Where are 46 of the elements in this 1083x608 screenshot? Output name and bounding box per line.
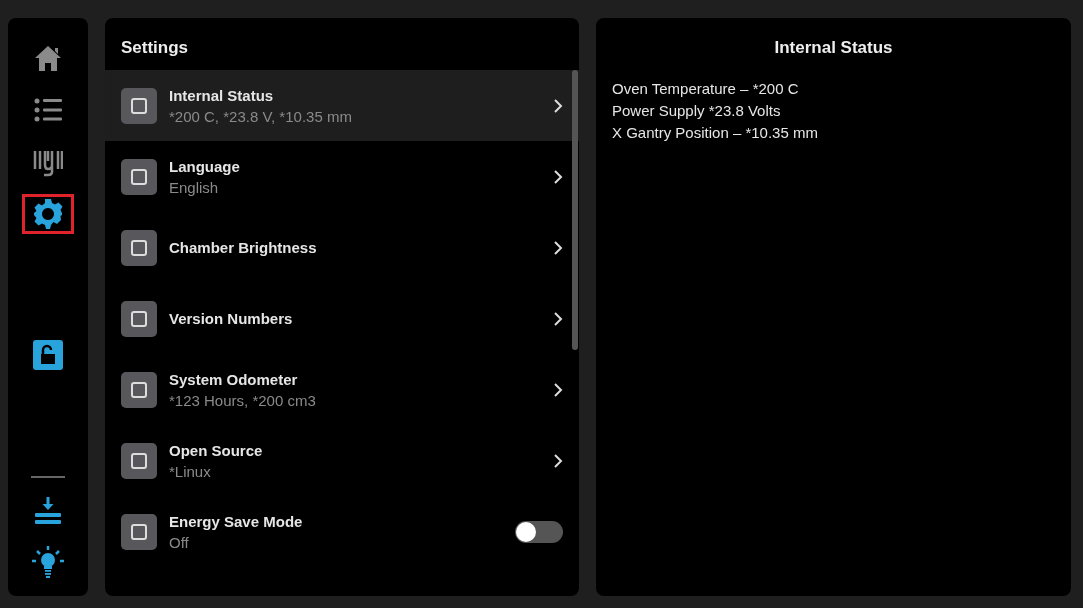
- chevron-right-icon: [553, 168, 563, 185]
- list-icon: [33, 97, 63, 123]
- bed-level-icon: [33, 495, 63, 525]
- home-icon: [33, 44, 63, 72]
- chevron-right-icon: [553, 452, 563, 469]
- item-title: Internal Status: [169, 86, 275, 104]
- item-subtitle: *Linux: [169, 462, 212, 480]
- settings-item[interactable]: Energy Save Mode Off: [105, 496, 579, 567]
- item-title: System Odometer: [169, 370, 299, 388]
- settings-item[interactable]: Language English: [105, 141, 579, 212]
- item-title: Energy Save Mode: [169, 512, 304, 530]
- item-title: Language: [169, 157, 241, 175]
- chevron-right-icon: [553, 97, 563, 114]
- item-icon: [121, 87, 157, 124]
- item-title: Version Numbers: [169, 310, 294, 327]
- item-icon: [121, 158, 157, 195]
- settings-item[interactable]: System Odometer *123 Hours, *200 cm3: [105, 354, 579, 425]
- status-line: Power Supply *23.8 Volts: [612, 102, 782, 119]
- nav-button[interactable]: [22, 194, 74, 234]
- light-bulb-icon: [31, 544, 65, 580]
- item-subtitle: English: [169, 178, 220, 196]
- status-line: Oven Temperature – *200 C: [612, 80, 800, 97]
- scrollbar[interactable]: [572, 70, 578, 350]
- panel-title: Settings: [120, 37, 190, 59]
- item-icon: [121, 442, 157, 479]
- chevron-right-icon: [553, 239, 563, 256]
- item-subtitle: *200 C, *23.8 V, *10.35 mm: [169, 107, 353, 125]
- toggle-switch[interactable]: [515, 520, 563, 543]
- item-icon: [121, 513, 157, 550]
- item-icon: [121, 229, 157, 266]
- item-title: Chamber Brightness: [169, 239, 318, 256]
- settings-item[interactable]: Version Numbers: [105, 283, 579, 354]
- chevron-right-icon: [553, 381, 563, 398]
- item-icon: [121, 371, 157, 408]
- item-icon: [121, 300, 157, 337]
- item-subtitle: *123 Hours, *200 cm3: [169, 391, 317, 409]
- panel-title: Internal Status: [773, 37, 894, 59]
- unlocked-padlock-icon: [33, 340, 63, 370]
- chevron-right-icon: [553, 310, 563, 327]
- item-subtitle: Off: [169, 533, 190, 551]
- settings-item[interactable]: Open Source *Linux: [105, 425, 579, 496]
- settings-item[interactable]: Chamber Brightness: [105, 212, 579, 283]
- item-title: Open Source: [169, 441, 264, 459]
- settings-item[interactable]: Internal Status *200 C, *23.8 V, *10.35 mm: [105, 70, 579, 141]
- settings-icon: [32, 198, 64, 230]
- status-line: X Gantry Position – *10.35 mm: [612, 124, 819, 141]
